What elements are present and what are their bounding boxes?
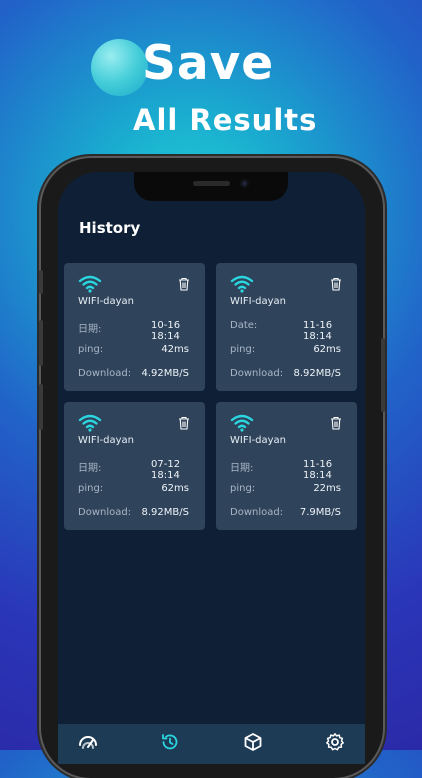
wifi-ssid: WIFI-dayan <box>230 435 287 446</box>
date-label: Date: <box>230 320 258 331</box>
download-label: Download: <box>78 507 132 518</box>
download-label: Download: <box>230 507 284 518</box>
date-label: 日期: <box>78 463 102 474</box>
history-icon[interactable] <box>160 732 180 752</box>
date-label: 日期: <box>230 463 254 474</box>
wifi-ssid: WIFI-dayan <box>230 296 287 307</box>
download-value: 4.92MB/S <box>141 368 189 379</box>
gear-icon[interactable] <box>325 732 345 752</box>
wifi-icon <box>230 414 254 432</box>
date-value: 11-16 18:14 <box>303 320 333 342</box>
wifi-icon <box>78 275 102 293</box>
page-title: History <box>79 219 141 237</box>
date-value: 11-16 18:14 <box>303 459 333 481</box>
phone-side-button <box>39 270 43 294</box>
promo-headline: Save <box>142 36 275 91</box>
wifi-ssid: WIFI-dayan <box>78 296 135 307</box>
history-card[interactable]: WIFI-dayan 日期: 07-12 18:14 ping: 62ms Down… <box>64 402 205 530</box>
ping-value: 62ms <box>313 344 341 355</box>
download-label: Download: <box>230 368 284 379</box>
trash-icon[interactable] <box>330 277 342 291</box>
speedometer-icon[interactable] <box>78 732 98 752</box>
phone-side-button <box>39 320 43 366</box>
bottom-tab-bar <box>58 724 365 764</box>
date-value: 10-16 18:14 <box>151 320 181 342</box>
promo-subheadline: All Results <box>133 103 318 137</box>
phone-side-button <box>381 338 385 412</box>
download-value: 8.92MB/S <box>141 507 189 518</box>
ping-label: ping: <box>78 344 104 355</box>
history-card[interactable]: WIFI-dayan 日期: 10-16 18:14 ping: 42ms Down… <box>64 263 205 391</box>
ping-value: 62ms <box>161 483 189 494</box>
phone-speaker <box>193 181 230 186</box>
ping-label: ping: <box>78 483 104 494</box>
phone-side-button <box>39 384 43 430</box>
ping-label: ping: <box>230 483 256 494</box>
download-label: Download: <box>78 368 132 379</box>
box-icon[interactable] <box>243 732 263 752</box>
wifi-ssid: WIFI-dayan <box>78 435 135 446</box>
phone-notch <box>134 172 288 201</box>
ping-label: ping: <box>230 344 256 355</box>
trash-icon[interactable] <box>330 416 342 430</box>
ping-value: 22ms <box>313 483 341 494</box>
download-value: 7.9MB/S <box>299 507 341 518</box>
history-card[interactable]: WIFI-dayan Date: 11-16 18:14 ping: 62ms Do… <box>216 263 357 391</box>
trash-icon[interactable] <box>178 277 190 291</box>
phone-camera <box>240 179 249 188</box>
trash-icon[interactable] <box>178 416 190 430</box>
ping-value: 42ms <box>161 344 189 355</box>
date-label: 日期: <box>78 324 102 335</box>
wifi-icon <box>78 414 102 432</box>
download-value: 8.92MB/S <box>293 368 341 379</box>
history-card[interactable]: WIFI-dayan 日期: 11-16 18:14 ping: 22ms Down… <box>216 402 357 530</box>
date-value: 07-12 18:14 <box>151 459 181 481</box>
wifi-icon <box>230 275 254 293</box>
